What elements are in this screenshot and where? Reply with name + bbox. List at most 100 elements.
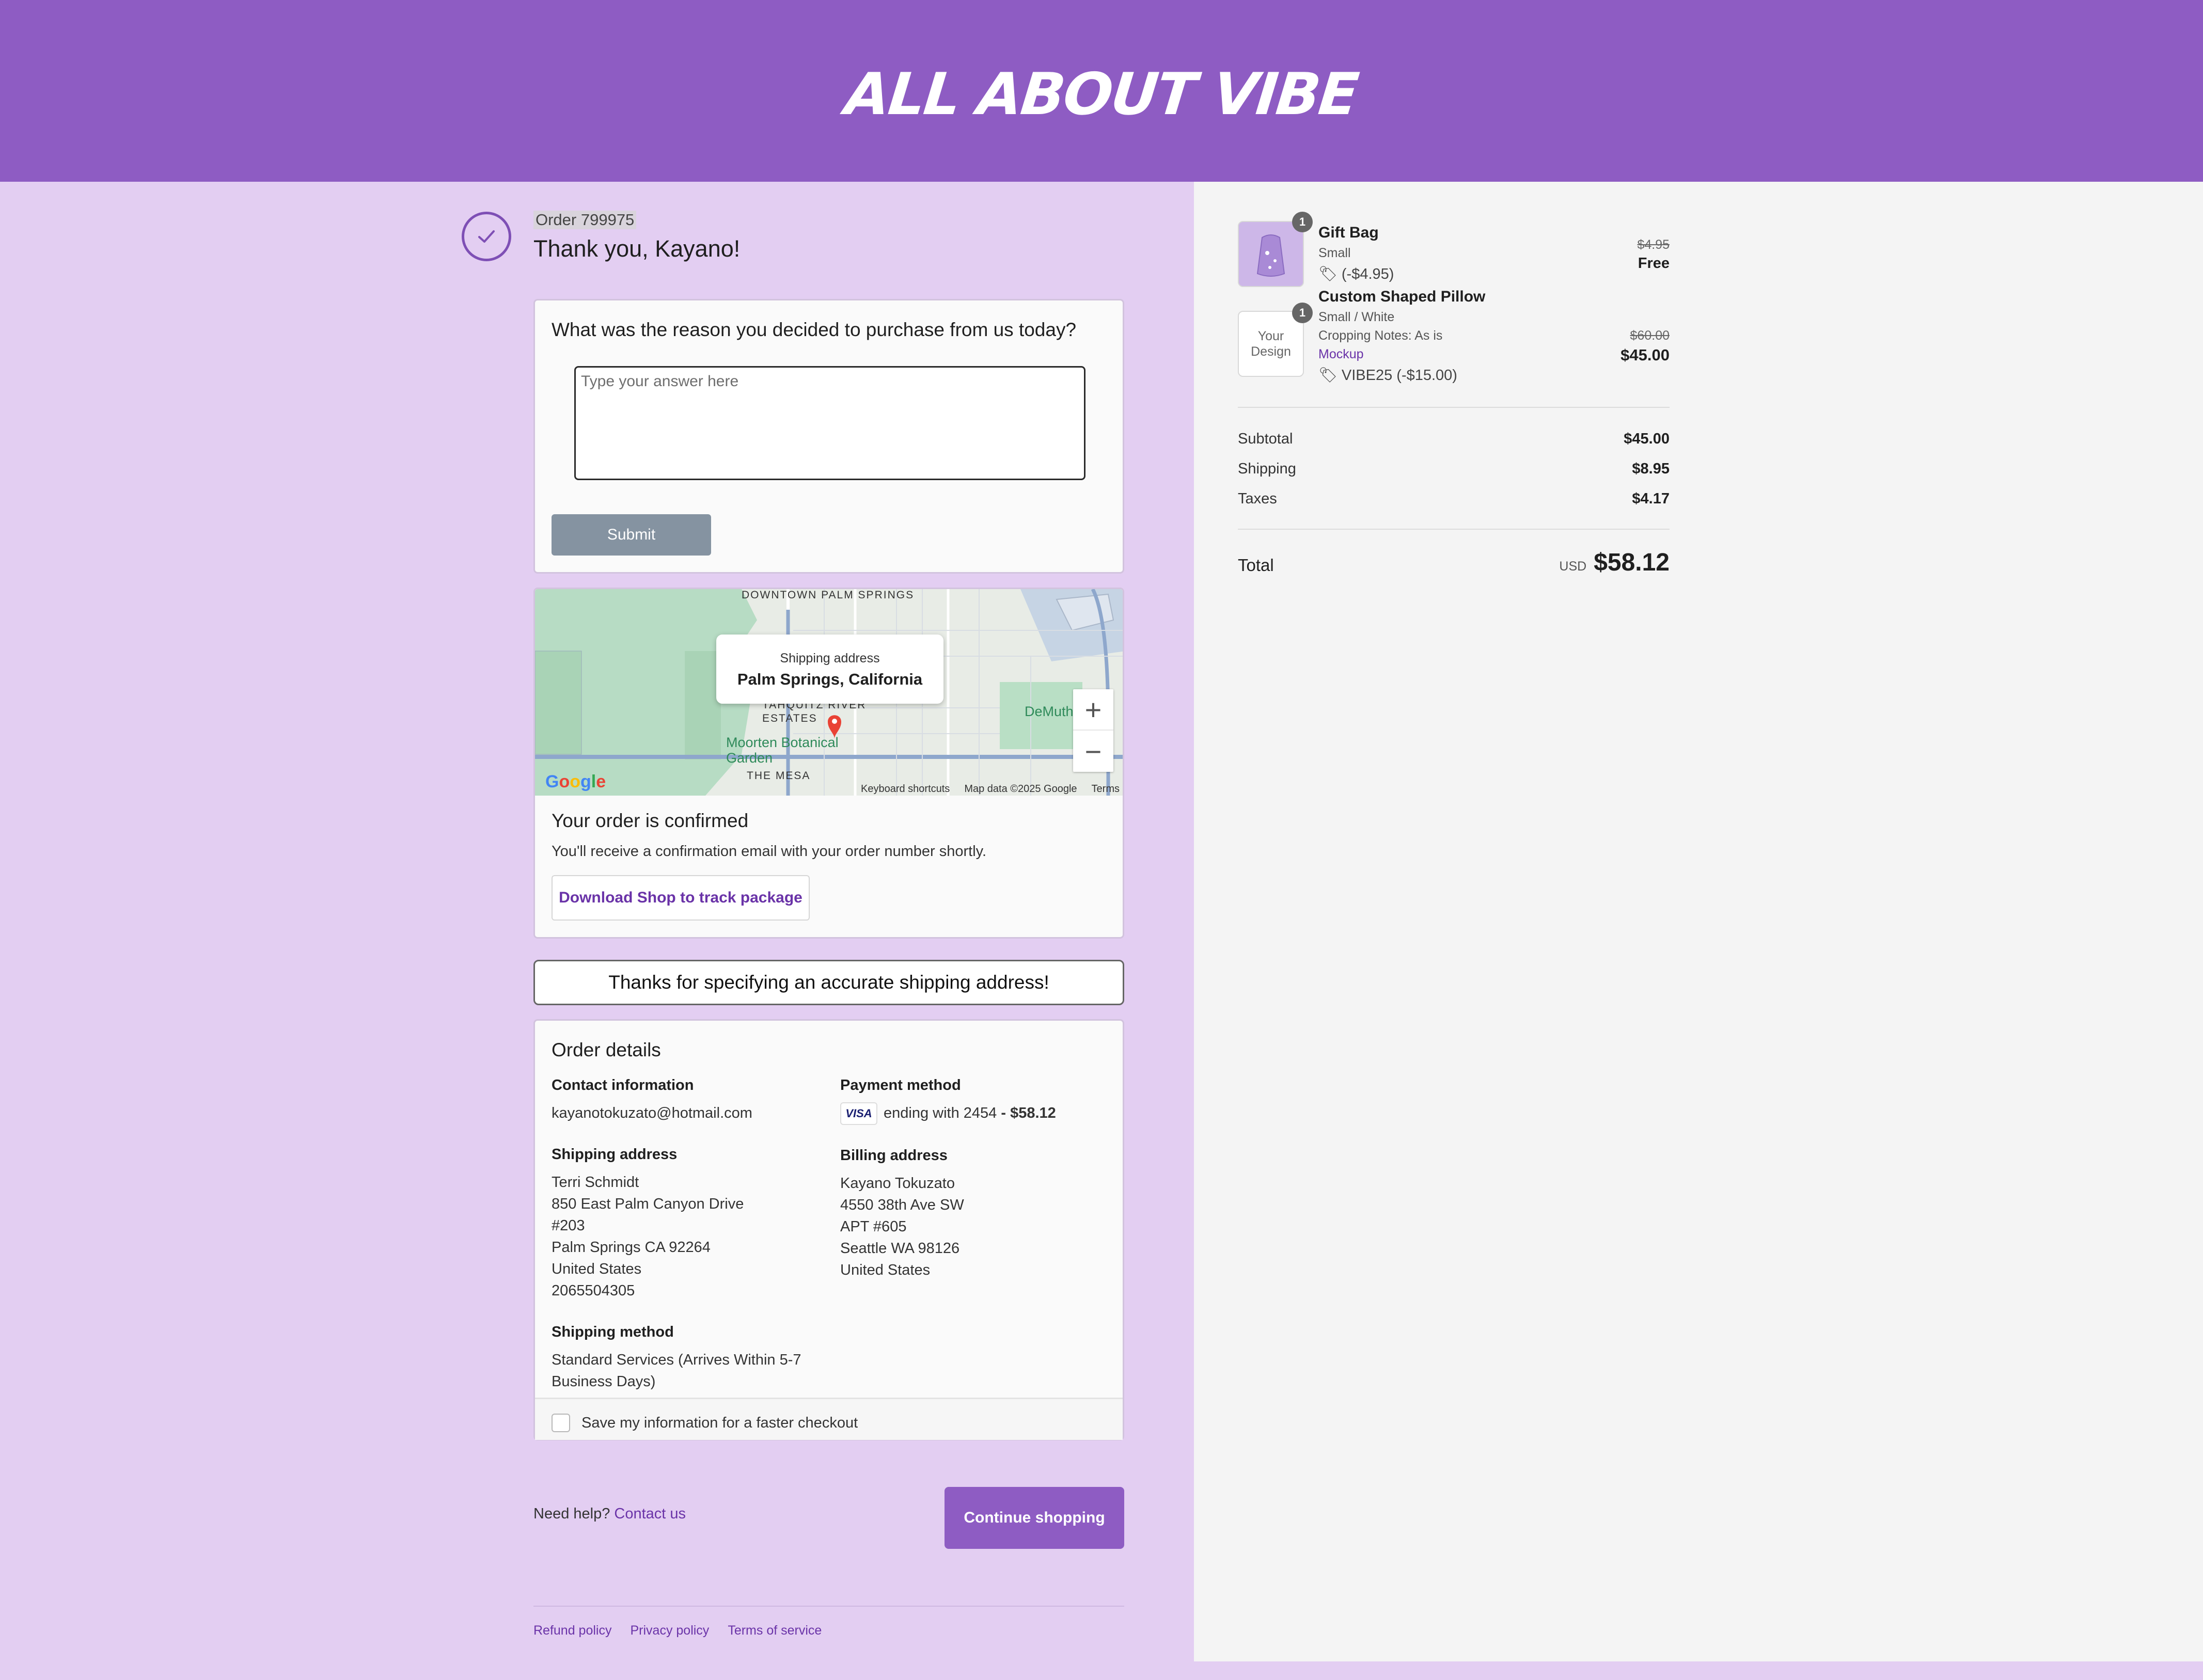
zoom-out-icon[interactable]: − [1073, 731, 1113, 772]
taxes-value: $4.17 [1632, 490, 1670, 507]
accurate-address-banner: Thanks for specifying an accurate shippi… [533, 960, 1124, 1005]
gift-bag-name: Gift Bag [1318, 224, 1379, 241]
refund-policy-link[interactable]: Refund policy [533, 1623, 611, 1638]
map-zoom-control: + − [1073, 689, 1113, 772]
shipping-address: Shipping address Terri Schmidt 850 East … [552, 1144, 744, 1302]
billing-address: Billing address Kayano Tokuzato 4550 38t… [840, 1145, 964, 1281]
post-purchase-survey: What was the reason you decided to purch… [533, 299, 1124, 574]
pillow-thumbnail: Your Design [1238, 311, 1304, 377]
pillow-name: Custom Shaped Pillow [1318, 288, 1486, 305]
pillow-discount: 🏷 VIBE25 (-$15.00) [1318, 367, 1457, 384]
map-label-moorten: Moorten Botanical Garden [726, 735, 839, 766]
discount-tag-icon: 🏷 [1318, 367, 1337, 384]
contact-email: kayanotokuzato@hotmail.com [552, 1105, 752, 1121]
gift-bag-image [1239, 222, 1303, 286]
confirmation-title: Your order is confirmed [552, 810, 749, 831]
contact-information: Contact information kayanotokuzato@hotma… [552, 1074, 752, 1124]
pillow-discount-text: VIBE25 (-$15.00) [1341, 367, 1457, 384]
total-currency: USD [1559, 559, 1587, 574]
map-data-text: Map data ©2025 Google [964, 783, 1077, 795]
total-amount-group: USD $58.12 [1559, 548, 1670, 577]
survey-question: What was the reason you decided to purch… [552, 319, 1077, 340]
map-label-downtown: DOWNTOWN PALM SPRINGS [742, 589, 915, 601]
brand-logo[interactable]: ALL ABOUT VIBE [842, 54, 1361, 128]
contact-us-link[interactable]: Contact us [614, 1505, 686, 1522]
mockup-link[interactable]: Mockup [1318, 347, 1364, 362]
survey-answer-input[interactable] [574, 366, 1085, 480]
shipping-line: Palm Springs CA 92264 [552, 1239, 711, 1256]
save-info-row: Save my information for a faster checkou… [535, 1398, 1123, 1440]
total-row: Total USD $58.12 [1238, 549, 1670, 576]
taxes-label: Taxes [1238, 490, 1277, 507]
total-value: $58.12 [1594, 549, 1670, 576]
billing-line: United States [840, 1262, 931, 1278]
order-summary [1194, 182, 2203, 1661]
pillow-variant: Small / White [1318, 310, 1395, 324]
pillow-thumbnail-text: Your Design [1251, 329, 1291, 359]
gift-bag-thumbnail [1238, 221, 1304, 287]
billing-line: Seattle WA 98126 [840, 1240, 960, 1257]
contact-heading: Contact information [552, 1077, 694, 1093]
gift-bag-price: Free [1638, 255, 1670, 272]
visa-icon: VISA [840, 1102, 877, 1126]
terms-of-service-link[interactable]: Terms of service [728, 1623, 822, 1638]
thank-you-heading: Thank you, Kayano! [533, 235, 741, 262]
site-header: ALL ABOUT VIBE [0, 0, 2203, 182]
total-label: Total [1238, 556, 1274, 575]
gift-bag-original-price: $4.95 [1637, 237, 1670, 252]
map-popup-label: Shipping address [780, 651, 880, 665]
gift-bag-discount-text: (-$4.95) [1341, 266, 1394, 282]
shipping-method-line: Standard Services (Arrives Within 5-7 [552, 1352, 801, 1368]
shipping-label: Shipping [1238, 461, 1296, 477]
summary-divider [1238, 529, 1670, 530]
footer-links: Refund policy Privacy policy Terms of se… [533, 1623, 822, 1638]
shipping-method: Shipping method Standard Services (Arriv… [552, 1321, 801, 1392]
summary-divider [1238, 407, 1670, 408]
payment-method: Payment method VISA ending with 2454 - $5… [840, 1074, 1056, 1126]
help-label: Need help? [533, 1505, 610, 1522]
map-label-demuth: DeMuth [1025, 704, 1074, 719]
payment-amount: - $58.12 [1001, 1105, 1056, 1121]
shipping-line: United States [552, 1261, 642, 1277]
shipping-line: 2065504305 [552, 1282, 635, 1299]
map-popup: Shipping address Palm Springs, Californi… [716, 635, 943, 704]
footer-divider [533, 1606, 1124, 1607]
order-number: Order 799975 [533, 211, 637, 229]
save-info-checkbox[interactable] [552, 1414, 570, 1432]
shipping-method-line: Business Days) [552, 1373, 656, 1390]
zoom-in-icon[interactable]: + [1073, 689, 1113, 731]
billing-line: 4550 38th Ave SW [840, 1197, 964, 1213]
pillow-price: $45.00 [1620, 346, 1670, 364]
map-label-mesa: THE MESA [747, 770, 811, 782]
gift-bag-qty-badge: 1 [1292, 212, 1313, 232]
save-info-label[interactable]: Save my information for a faster checkou… [581, 1415, 858, 1432]
submit-button[interactable]: Submit [552, 514, 711, 556]
order-confirmation-card: DOWNTOWN PALM SPRINGS TAHQUITZ RIVER EST… [533, 588, 1124, 939]
shipping-value: $8.95 [1632, 461, 1670, 477]
subtotal-value: $45.00 [1624, 431, 1670, 447]
discount-tag-icon: 🏷 [1318, 266, 1337, 282]
keyboard-shortcuts-link[interactable]: Keyboard shortcuts [861, 783, 950, 795]
pillow-original-price: $60.00 [1630, 328, 1670, 343]
payment-heading: Payment method [840, 1077, 961, 1093]
shipping-heading: Shipping address [552, 1146, 678, 1163]
taxes-row: Taxes $4.17 [1238, 490, 1670, 508]
download-shop-button[interactable]: Download Shop to track package [552, 875, 810, 921]
map-popup-address: Palm Springs, California [737, 670, 923, 688]
continue-shopping-button[interactable]: Continue shopping [945, 1487, 1124, 1549]
confirmation-text: You'll receive a confirmation email with… [552, 843, 987, 860]
shipping-method-heading: Shipping method [552, 1324, 674, 1340]
check-icon [462, 212, 511, 261]
pillow-qty-badge: 1 [1292, 303, 1313, 323]
billing-heading: Billing address [840, 1147, 948, 1164]
help-text: Need help? Contact us [533, 1505, 686, 1523]
privacy-policy-link[interactable]: Privacy policy [630, 1623, 709, 1638]
pillow-cropping-note: Cropping Notes: As is [1318, 328, 1443, 343]
gift-bag-variant: Small [1318, 246, 1351, 260]
gift-bag-discount: 🏷 (-$4.95) [1318, 265, 1394, 283]
shipping-line: Terri Schmidt [552, 1174, 639, 1191]
shipping-map[interactable]: DOWNTOWN PALM SPRINGS TAHQUITZ RIVER EST… [535, 589, 1123, 796]
shipping-line: 850 East Palm Canyon Drive [552, 1196, 744, 1212]
map-terms-link[interactable]: Terms [1092, 783, 1120, 795]
map-attribution: Keyboard shortcuts Map data ©2025 Google… [535, 782, 1123, 796]
